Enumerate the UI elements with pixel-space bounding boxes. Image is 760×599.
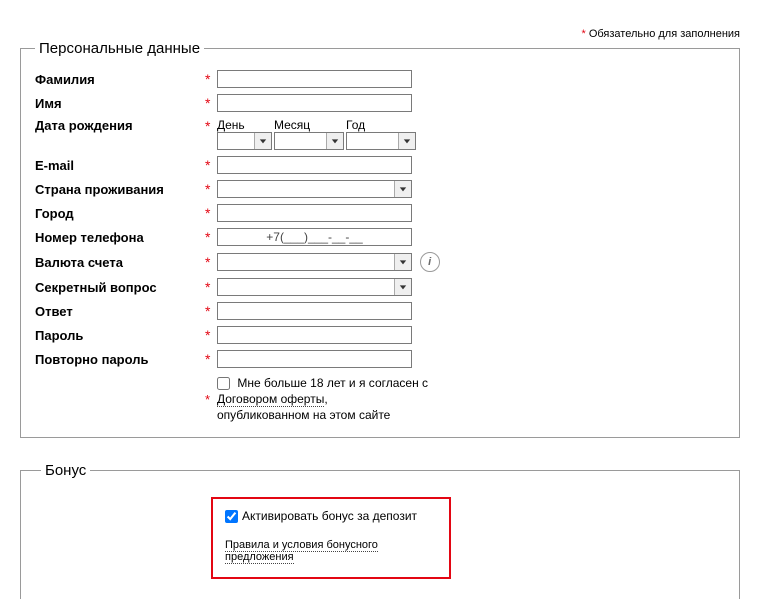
- label-country: Страна проживания: [35, 182, 205, 197]
- agreement-text-line2: опубликованном на этом сайте: [217, 408, 390, 422]
- personal-data-fieldset: Персональные данные Фамилия * Имя * Дата…: [20, 40, 740, 438]
- required-star-icon: *: [205, 327, 217, 343]
- required-star-icon: *: [205, 71, 217, 87]
- label-firstname: Имя: [35, 96, 205, 111]
- phone-input[interactable]: +7(___)___-__-__: [217, 228, 412, 246]
- password-confirm-input[interactable]: [217, 350, 412, 368]
- bonus-legend: Бонус: [41, 462, 90, 479]
- label-lastname: Фамилия: [35, 72, 205, 87]
- activate-bonus-checkbox[interactable]: [225, 510, 238, 523]
- label-password: Пароль: [35, 328, 205, 343]
- agreement-after-link: ,: [324, 392, 327, 406]
- firstname-input[interactable]: [217, 94, 412, 112]
- label-secret-q: Секретный вопрос: [35, 280, 205, 295]
- activate-bonus-label: Активировать бонус за депозит: [242, 509, 417, 523]
- required-note: * Обязательно для заполнения: [581, 28, 740, 40]
- answer-input[interactable]: [217, 302, 412, 320]
- required-star-icon: *: [205, 181, 217, 197]
- required-note-text: Обязательно для заполнения: [589, 28, 740, 40]
- chevron-down-icon: [254, 133, 271, 149]
- currency-select[interactable]: [217, 253, 412, 271]
- label-city: Город: [35, 206, 205, 221]
- agreement-checkbox[interactable]: [217, 377, 230, 390]
- bonus-rules-link[interactable]: Правила и условия бонусного предложения: [225, 539, 378, 564]
- chevron-down-icon: [326, 133, 343, 149]
- dob-year-select[interactable]: [346, 132, 416, 150]
- info-icon[interactable]: i: [420, 252, 440, 272]
- dob-day-header: День: [217, 118, 274, 132]
- chevron-down-icon: [394, 181, 411, 197]
- email-input[interactable]: [217, 156, 412, 174]
- secret-question-select[interactable]: [217, 278, 412, 296]
- chevron-down-icon: [394, 279, 411, 295]
- required-star-icon: *: [205, 157, 217, 173]
- required-star-icon: *: [205, 279, 217, 295]
- required-star-icon: *: [205, 118, 217, 134]
- agreement-text-line1: Мне больше 18 лет и я согласен с: [237, 376, 428, 390]
- country-select[interactable]: [217, 180, 412, 198]
- dob-month-header: Месяц: [274, 118, 346, 132]
- label-email: E-mail: [35, 158, 205, 173]
- personal-data-legend: Персональные данные: [35, 40, 204, 57]
- label-answer: Ответ: [35, 304, 205, 319]
- required-star-icon: *: [205, 95, 217, 111]
- label-dob: Дата рождения: [35, 118, 205, 133]
- label-phone: Номер телефона: [35, 230, 205, 245]
- bonus-highlight-box: Активировать бонус за депозит Правила и …: [211, 497, 451, 579]
- offer-contract-link[interactable]: Договором оферты: [217, 392, 324, 407]
- chevron-down-icon: [394, 254, 411, 270]
- chevron-down-icon: [398, 133, 415, 149]
- required-star-icon: *: [581, 28, 585, 40]
- lastname-input[interactable]: [217, 70, 412, 88]
- dob-year-header: Год: [346, 118, 416, 132]
- required-star-icon: *: [205, 229, 217, 245]
- required-star-icon: *: [205, 351, 217, 367]
- bonus-fieldset: Бонус Активировать бонус за депозит Прав…: [20, 462, 740, 599]
- required-star-icon: *: [205, 392, 217, 407]
- dob-day-select[interactable]: [217, 132, 272, 150]
- label-password2: Повторно пароль: [35, 352, 205, 367]
- required-star-icon: *: [205, 205, 217, 221]
- password-input[interactable]: [217, 326, 412, 344]
- dob-month-select[interactable]: [274, 132, 344, 150]
- required-star-icon: *: [205, 254, 217, 270]
- label-currency: Валюта счета: [35, 255, 205, 270]
- required-star-icon: *: [205, 303, 217, 319]
- city-input[interactable]: [217, 204, 412, 222]
